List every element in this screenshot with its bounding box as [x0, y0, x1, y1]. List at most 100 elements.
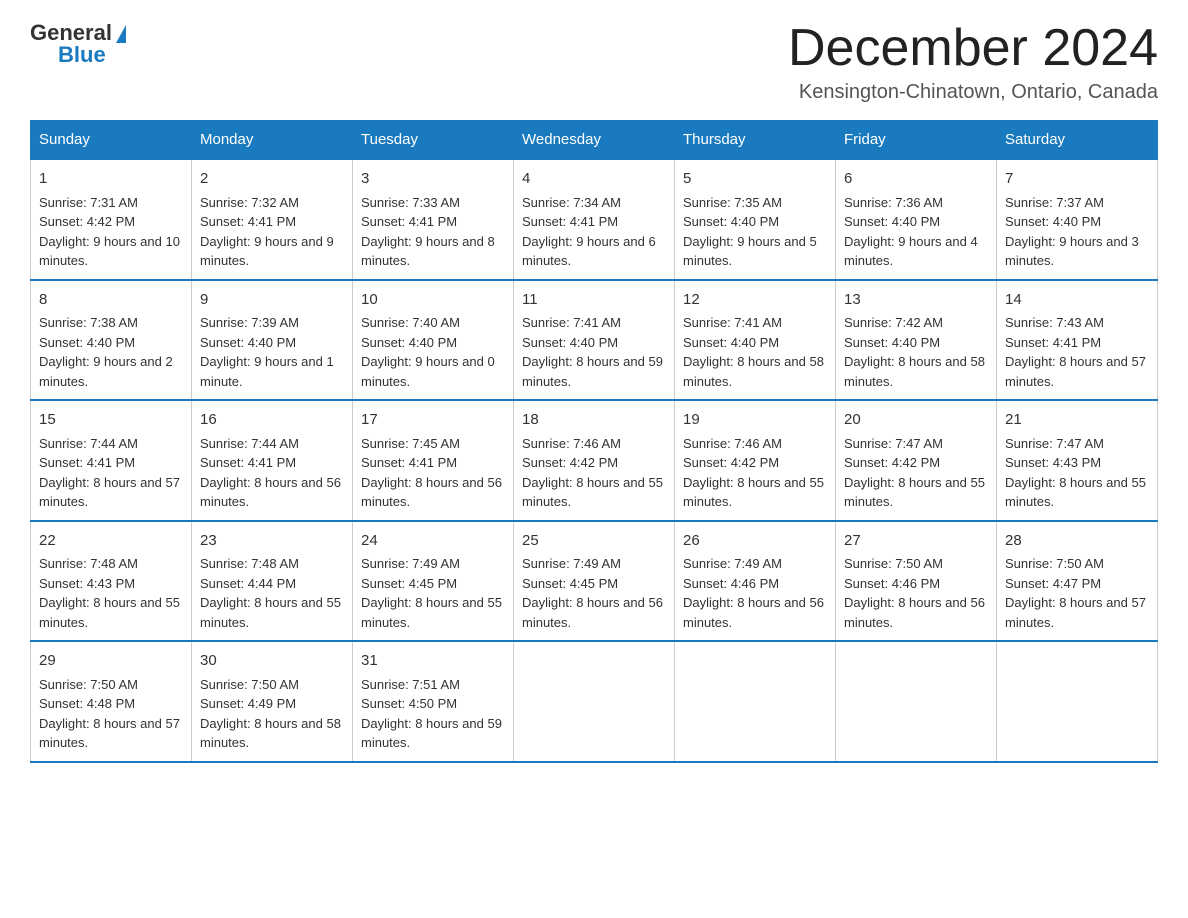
cell-content: Sunrise: 7:41 AMSunset: 4:40 PMDaylight:… — [522, 313, 666, 391]
calendar-cell: 9Sunrise: 7:39 AMSunset: 4:40 PMDaylight… — [192, 280, 353, 401]
calendar-cell: 11Sunrise: 7:41 AMSunset: 4:40 PMDayligh… — [514, 280, 675, 401]
cell-content: Sunrise: 7:43 AMSunset: 4:41 PMDaylight:… — [1005, 313, 1149, 391]
day-number: 29 — [39, 650, 183, 673]
calendar-week-row: 22Sunrise: 7:48 AMSunset: 4:43 PMDayligh… — [31, 521, 1158, 642]
day-number: 2 — [200, 168, 344, 191]
calendar-cell: 10Sunrise: 7:40 AMSunset: 4:40 PMDayligh… — [353, 280, 514, 401]
day-number: 28 — [1005, 530, 1149, 553]
calendar-cell: 5Sunrise: 7:35 AMSunset: 4:40 PMDaylight… — [675, 159, 836, 280]
day-number: 3 — [361, 168, 505, 191]
day-number: 11 — [522, 289, 666, 312]
day-number: 30 — [200, 650, 344, 673]
calendar-cell: 18Sunrise: 7:46 AMSunset: 4:42 PMDayligh… — [514, 400, 675, 521]
calendar-header-friday: Friday — [836, 121, 997, 160]
cell-content: Sunrise: 7:42 AMSunset: 4:40 PMDaylight:… — [844, 313, 988, 391]
calendar-cell — [675, 641, 836, 762]
calendar-table: SundayMondayTuesdayWednesdayThursdayFrid… — [30, 120, 1158, 763]
calendar-cell: 23Sunrise: 7:48 AMSunset: 4:44 PMDayligh… — [192, 521, 353, 642]
cell-content: Sunrise: 7:45 AMSunset: 4:41 PMDaylight:… — [361, 434, 505, 512]
calendar-cell: 16Sunrise: 7:44 AMSunset: 4:41 PMDayligh… — [192, 400, 353, 521]
day-number: 27 — [844, 530, 988, 553]
day-number: 22 — [39, 530, 183, 553]
cell-content: Sunrise: 7:48 AMSunset: 4:43 PMDaylight:… — [39, 554, 183, 632]
calendar-cell: 24Sunrise: 7:49 AMSunset: 4:45 PMDayligh… — [353, 521, 514, 642]
calendar-cell: 29Sunrise: 7:50 AMSunset: 4:48 PMDayligh… — [31, 641, 192, 762]
day-number: 20 — [844, 409, 988, 432]
calendar-week-row: 8Sunrise: 7:38 AMSunset: 4:40 PMDaylight… — [31, 280, 1158, 401]
calendar-cell: 30Sunrise: 7:50 AMSunset: 4:49 PMDayligh… — [192, 641, 353, 762]
cell-content: Sunrise: 7:50 AMSunset: 4:47 PMDaylight:… — [1005, 554, 1149, 632]
day-number: 14 — [1005, 289, 1149, 312]
calendar-week-row: 15Sunrise: 7:44 AMSunset: 4:41 PMDayligh… — [31, 400, 1158, 521]
page-header: General Blue December 2024 Kensington-Ch… — [30, 20, 1158, 104]
cell-content: Sunrise: 7:47 AMSunset: 4:43 PMDaylight:… — [1005, 434, 1149, 512]
logo: General Blue — [30, 20, 126, 68]
calendar-cell: 6Sunrise: 7:36 AMSunset: 4:40 PMDaylight… — [836, 159, 997, 280]
calendar-cell: 8Sunrise: 7:38 AMSunset: 4:40 PMDaylight… — [31, 280, 192, 401]
cell-content: Sunrise: 7:44 AMSunset: 4:41 PMDaylight:… — [200, 434, 344, 512]
day-number: 24 — [361, 530, 505, 553]
cell-content: Sunrise: 7:31 AMSunset: 4:42 PMDaylight:… — [39, 193, 183, 271]
calendar-header-monday: Monday — [192, 121, 353, 160]
day-number: 26 — [683, 530, 827, 553]
calendar-header-thursday: Thursday — [675, 121, 836, 160]
calendar-cell: 2Sunrise: 7:32 AMSunset: 4:41 PMDaylight… — [192, 159, 353, 280]
calendar-cell: 4Sunrise: 7:34 AMSunset: 4:41 PMDaylight… — [514, 159, 675, 280]
day-number: 6 — [844, 168, 988, 191]
day-number: 25 — [522, 530, 666, 553]
cell-content: Sunrise: 7:46 AMSunset: 4:42 PMDaylight:… — [522, 434, 666, 512]
day-number: 5 — [683, 168, 827, 191]
cell-content: Sunrise: 7:35 AMSunset: 4:40 PMDaylight:… — [683, 193, 827, 271]
calendar-cell: 17Sunrise: 7:45 AMSunset: 4:41 PMDayligh… — [353, 400, 514, 521]
cell-content: Sunrise: 7:34 AMSunset: 4:41 PMDaylight:… — [522, 193, 666, 271]
title-area: December 2024 Kensington-Chinatown, Onta… — [788, 20, 1158, 104]
month-title: December 2024 — [788, 20, 1158, 77]
cell-content: Sunrise: 7:33 AMSunset: 4:41 PMDaylight:… — [361, 193, 505, 271]
day-number: 17 — [361, 409, 505, 432]
day-number: 9 — [200, 289, 344, 312]
logo-triangle-icon — [116, 25, 126, 43]
logo-blue-text: Blue — [58, 42, 106, 68]
day-number: 15 — [39, 409, 183, 432]
calendar-cell: 7Sunrise: 7:37 AMSunset: 4:40 PMDaylight… — [997, 159, 1158, 280]
cell-content: Sunrise: 7:38 AMSunset: 4:40 PMDaylight:… — [39, 313, 183, 391]
calendar-cell: 12Sunrise: 7:41 AMSunset: 4:40 PMDayligh… — [675, 280, 836, 401]
calendar-header-tuesday: Tuesday — [353, 121, 514, 160]
cell-content: Sunrise: 7:40 AMSunset: 4:40 PMDaylight:… — [361, 313, 505, 391]
cell-content: Sunrise: 7:39 AMSunset: 4:40 PMDaylight:… — [200, 313, 344, 391]
calendar-cell — [836, 641, 997, 762]
day-number: 4 — [522, 168, 666, 191]
calendar-cell: 1Sunrise: 7:31 AMSunset: 4:42 PMDaylight… — [31, 159, 192, 280]
cell-content: Sunrise: 7:44 AMSunset: 4:41 PMDaylight:… — [39, 434, 183, 512]
cell-content: Sunrise: 7:41 AMSunset: 4:40 PMDaylight:… — [683, 313, 827, 391]
day-number: 18 — [522, 409, 666, 432]
cell-content: Sunrise: 7:50 AMSunset: 4:49 PMDaylight:… — [200, 675, 344, 753]
calendar-cell: 31Sunrise: 7:51 AMSunset: 4:50 PMDayligh… — [353, 641, 514, 762]
calendar-cell: 22Sunrise: 7:48 AMSunset: 4:43 PMDayligh… — [31, 521, 192, 642]
day-number: 13 — [844, 289, 988, 312]
cell-content: Sunrise: 7:49 AMSunset: 4:46 PMDaylight:… — [683, 554, 827, 632]
calendar-header-row: SundayMondayTuesdayWednesdayThursdayFrid… — [31, 121, 1158, 160]
cell-content: Sunrise: 7:37 AMSunset: 4:40 PMDaylight:… — [1005, 193, 1149, 271]
calendar-header-sunday: Sunday — [31, 121, 192, 160]
day-number: 10 — [361, 289, 505, 312]
calendar-header-saturday: Saturday — [997, 121, 1158, 160]
calendar-cell — [997, 641, 1158, 762]
calendar-cell: 26Sunrise: 7:49 AMSunset: 4:46 PMDayligh… — [675, 521, 836, 642]
day-number: 19 — [683, 409, 827, 432]
calendar-cell: 14Sunrise: 7:43 AMSunset: 4:41 PMDayligh… — [997, 280, 1158, 401]
calendar-cell: 27Sunrise: 7:50 AMSunset: 4:46 PMDayligh… — [836, 521, 997, 642]
calendar-cell: 21Sunrise: 7:47 AMSunset: 4:43 PMDayligh… — [997, 400, 1158, 521]
day-number: 8 — [39, 289, 183, 312]
calendar-header-wednesday: Wednesday — [514, 121, 675, 160]
day-number: 1 — [39, 168, 183, 191]
day-number: 12 — [683, 289, 827, 312]
cell-content: Sunrise: 7:47 AMSunset: 4:42 PMDaylight:… — [844, 434, 988, 512]
calendar-week-row: 29Sunrise: 7:50 AMSunset: 4:48 PMDayligh… — [31, 641, 1158, 762]
calendar-cell — [514, 641, 675, 762]
location-title: Kensington-Chinatown, Ontario, Canada — [788, 81, 1158, 104]
cell-content: Sunrise: 7:32 AMSunset: 4:41 PMDaylight:… — [200, 193, 344, 271]
cell-content: Sunrise: 7:46 AMSunset: 4:42 PMDaylight:… — [683, 434, 827, 512]
cell-content: Sunrise: 7:51 AMSunset: 4:50 PMDaylight:… — [361, 675, 505, 753]
calendar-cell: 19Sunrise: 7:46 AMSunset: 4:42 PMDayligh… — [675, 400, 836, 521]
